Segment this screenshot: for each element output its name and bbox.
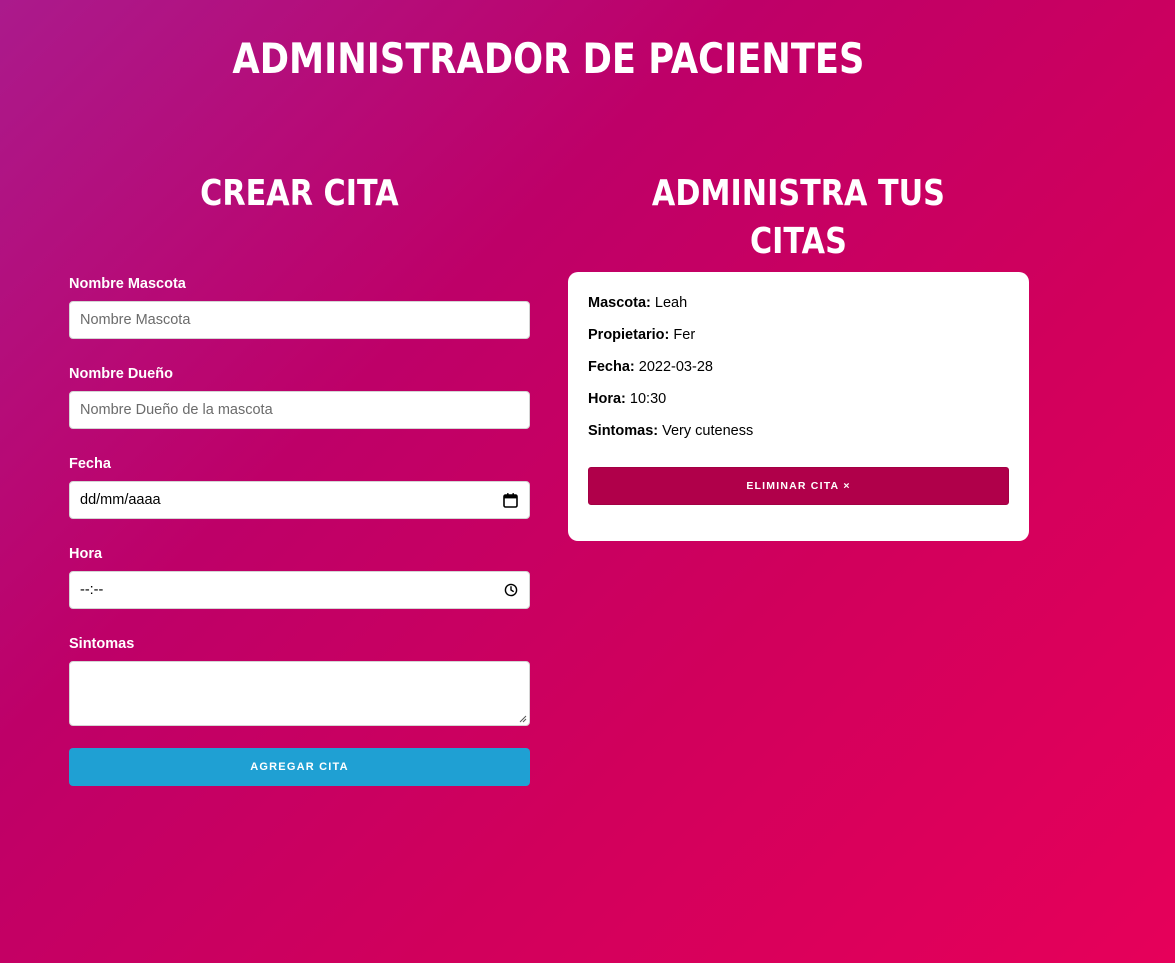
symptoms-value: Very cuteness	[662, 423, 754, 439]
pet-name-input[interactable]	[80, 312, 519, 328]
pet-name-field-wrapper	[69, 301, 530, 339]
date-label: Fecha	[69, 456, 111, 472]
appointment-date: Fecha: 2022-03-28	[588, 358, 1009, 376]
appointment-time: Hora: 10:30	[588, 390, 1009, 408]
date-input[interactable]: dd/mm/aaaa	[69, 481, 530, 519]
time-input[interactable]: --:--	[69, 571, 530, 609]
appointment-pet: Mascota: Leah	[588, 294, 1009, 312]
appointment-form: Nombre Mascota Nombre Dueño Fecha dd/mm/…	[69, 275, 530, 786]
owner-value: Fer	[673, 327, 696, 343]
manage-appointments-title: ADMINISTRA TUS CITAS	[651, 173, 945, 262]
date-key: Fecha:	[588, 359, 635, 375]
appointment-owner: Propietario: Fer	[588, 326, 1009, 344]
page-title: ADMINISTRADOR DE PACIENTES	[232, 34, 865, 83]
clock-icon[interactable]	[502, 582, 519, 599]
date-value: 2022-03-28	[638, 359, 713, 375]
owner-name-field-wrapper	[69, 391, 530, 429]
date-input-value: dd/mm/aaaa	[80, 492, 161, 508]
close-icon: ×	[843, 480, 851, 492]
add-appointment-button[interactable]: AGREGAR CITA	[69, 748, 530, 786]
symptoms-textarea[interactable]	[70, 662, 529, 725]
time-label: Hora	[69, 546, 103, 562]
delete-button-label: ELIMINAR CITA	[746, 480, 840, 492]
appointment-card: Mascota: Leah Propietario: Fer Fecha: 20…	[568, 272, 1029, 541]
time-value: 10:30	[629, 391, 667, 407]
symptoms-field-wrapper	[69, 661, 530, 726]
calendar-icon[interactable]	[502, 492, 519, 509]
pet-key: Mascota:	[588, 295, 651, 311]
symptoms-key: Sintomas:	[588, 423, 659, 439]
pet-name-label: Nombre Mascota	[69, 276, 186, 292]
pet-value: Leah	[654, 295, 688, 311]
owner-name-input[interactable]	[80, 402, 519, 418]
time-input-value: --:--	[80, 582, 104, 598]
resize-grip-icon[interactable]	[519, 715, 527, 723]
time-key: Hora:	[588, 391, 626, 407]
owner-name-label: Nombre Dueño	[69, 366, 173, 382]
create-appointment-title: CREAR CITA	[200, 173, 399, 214]
delete-appointment-button[interactable]: ELIMINAR CITA ×	[588, 467, 1009, 505]
appointment-symptoms: Sintomas: Very cuteness	[588, 422, 1009, 440]
owner-key: Propietario:	[588, 327, 670, 343]
symptoms-label: Sintomas	[69, 636, 135, 652]
